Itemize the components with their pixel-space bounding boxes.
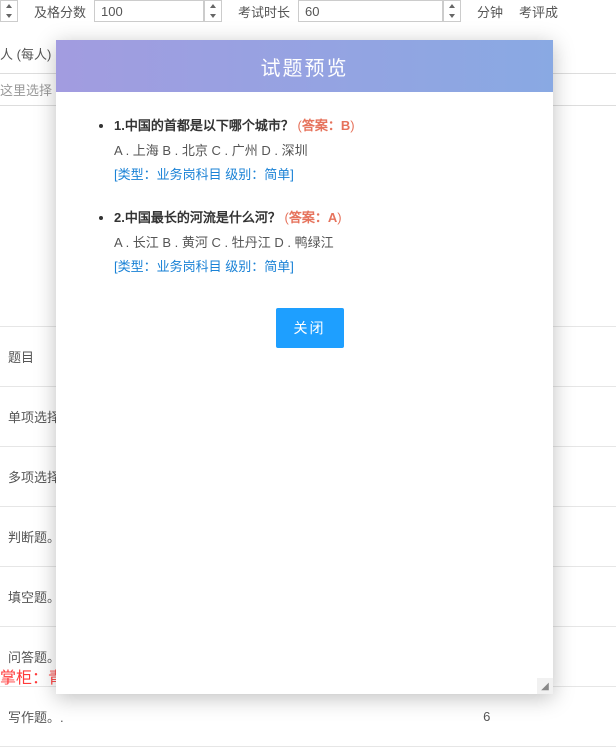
table-row: 写作题。.6	[0, 687, 616, 747]
spinner-control-2[interactable]	[204, 0, 222, 22]
modal-title: 试题预览	[56, 40, 553, 92]
question-title: 2.中国最长的河流是什么河？	[114, 210, 281, 225]
question-item: 2.中国最长的河流是什么河？ (答案：A) A . 长江 B . 黄河 C . …	[114, 206, 523, 280]
exam-duration-label: 考试时长	[238, 2, 290, 21]
answer-text: 答案：B	[302, 118, 350, 133]
background-form-row: 及格分数 100 考试时长 60 分钟 考评成	[0, 0, 616, 30]
close-button[interactable]: 关闭	[276, 308, 344, 348]
pass-score-label: 及格分数	[34, 2, 86, 21]
question-meta: [类型：业务岗科目 级别：简单]	[114, 259, 294, 274]
spinner-control-1[interactable]	[0, 0, 18, 22]
answer-text: 答案：A	[289, 210, 337, 225]
minutes-label: 分钟	[477, 2, 503, 21]
preview-modal: 试题预览 1.中国的首都是以下哪个城市？ (答案：B) A . 上海 B . 北…	[56, 40, 553, 694]
question-options: A . 长江 B . 黄河 C . 牡丹江 D . 鸭绿江	[114, 235, 334, 250]
question-title: 1.中国的首都是以下哪个城市？	[114, 118, 294, 133]
exam-duration-input[interactable]: 60	[298, 0, 443, 22]
evaluate-label: 考评成	[519, 2, 558, 21]
resize-handle-icon[interactable]: ◢	[537, 678, 553, 694]
modal-body[interactable]: 1.中国的首都是以下哪个城市？ (答案：B) A . 上海 B . 北京 C .…	[56, 92, 553, 694]
question-options: A . 上海 B . 北京 C . 广州 D . 深圳	[114, 143, 308, 158]
question-item: 1.中国的首都是以下哪个城市？ (答案：B) A . 上海 B . 北京 C .…	[114, 114, 523, 188]
pass-score-input[interactable]: 100	[94, 0, 204, 22]
spinner-control-3[interactable]	[443, 0, 461, 22]
question-meta: [类型：业务岗科目 级别：简单]	[114, 167, 294, 182]
